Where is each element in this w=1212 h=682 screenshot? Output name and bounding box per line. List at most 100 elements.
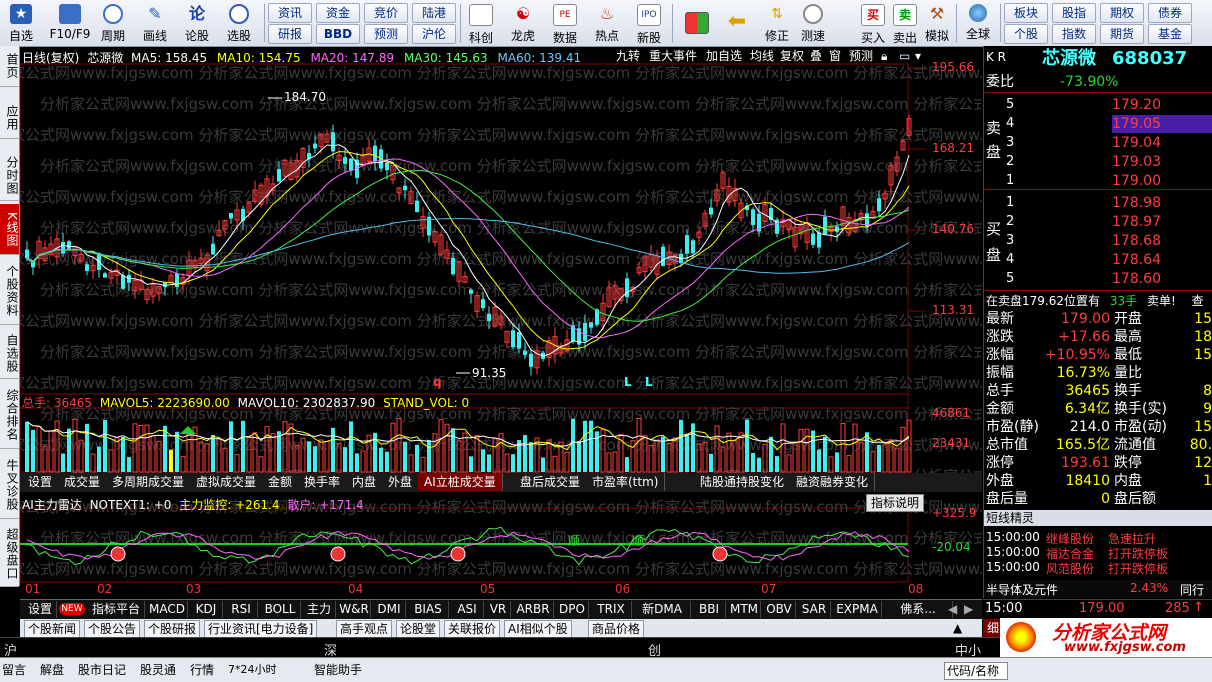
indicator-tab[interactable]: EXPMA xyxy=(833,601,882,618)
status-item[interactable]: 7*24小时 xyxy=(228,662,277,678)
watchlist-button[interactable]: ★ 自选 xyxy=(4,2,38,44)
indicator-tab[interactable]: ARBR xyxy=(513,601,554,618)
dragon-tiger-button[interactable]: ☯ 龙虎 xyxy=(506,2,540,44)
buy-button[interactable]: 买 买入 xyxy=(858,2,888,45)
news-tab[interactable]: 商品价格 xyxy=(588,620,645,638)
stocks-button[interactable]: 个股 xyxy=(1004,24,1048,44)
volume-tab[interactable]: 市盈率(ttm) xyxy=(586,473,666,491)
indicator-tab[interactable]: VR xyxy=(486,601,511,618)
data-button[interactable]: PE 数据 xyxy=(548,2,582,45)
f10-button[interactable]: F10/F9 xyxy=(46,2,94,44)
volume-tab[interactable]: 融资融券变化 xyxy=(790,473,876,491)
kline-chart-svg[interactable]: 分析家公式网www.fxjgsw.com 分析家公式网www.fxjgsw.co… xyxy=(20,46,982,598)
indicator-tab[interactable]: DMI xyxy=(373,601,406,618)
sh-london-button[interactable]: 沪伦 xyxy=(412,24,456,44)
nav-home[interactable]: 首页 xyxy=(0,46,19,87)
sector-button[interactable]: 板块 xyxy=(1004,3,1048,23)
scroll-right-icon[interactable]: ▶ xyxy=(964,601,973,618)
menu-major-events[interactable]: 重大事件 xyxy=(646,48,700,64)
indicator-tab[interactable]: 设置 xyxy=(24,601,57,618)
speed-test-button[interactable]: 测速 xyxy=(796,2,830,44)
menu-overlay[interactable]: 叠 xyxy=(807,48,825,64)
back-button[interactable]: ⬅ xyxy=(720,2,754,44)
news-tab[interactable]: 个股新闻 xyxy=(24,620,81,638)
discuss-button[interactable]: 论 论股 xyxy=(180,2,214,44)
menu-ma[interactable]: 均线 xyxy=(747,48,777,64)
nav-super-quote[interactable]: 超级盘口 xyxy=(0,522,19,587)
nav-stock-info[interactable]: 个股资料 xyxy=(0,258,19,325)
period-button[interactable]: 周期 xyxy=(96,2,130,44)
indicator-tab[interactable]: MACD xyxy=(147,601,188,618)
indicator-tab[interactable]: SAR xyxy=(798,601,831,618)
code-search-input[interactable]: 代码/名称 xyxy=(944,662,1008,680)
indicator-tab[interactable]: ASI xyxy=(451,601,484,618)
indicator-tab[interactable]: BIAS xyxy=(408,601,449,618)
lock-icon[interactable]: 🔒︎ xyxy=(878,48,890,64)
news-tab[interactable]: 高手观点 xyxy=(336,620,393,638)
indicator-tab[interactable]: TRIX xyxy=(591,601,632,618)
restore-icon[interactable]: ▭ xyxy=(896,48,913,64)
simulate-button[interactable]: ⚒ 模拟 xyxy=(922,2,952,44)
indicator-tab[interactable]: 佛系... xyxy=(884,601,953,618)
sprite-row[interactable]: 15:00:00 继峰股份 急速拉升 xyxy=(984,530,1212,546)
stock-index-button[interactable]: 股指 xyxy=(1052,3,1096,23)
bbd-button[interactable]: BBD xyxy=(316,24,360,44)
status-item[interactable]: 解盘 xyxy=(40,662,64,678)
indicator-tab[interactable]: MTM xyxy=(728,601,761,618)
indicator-tab[interactable]: 指标平台 xyxy=(88,601,145,618)
collapse-icon[interactable]: ▲ xyxy=(950,620,965,636)
bonds-button[interactable]: 债券 xyxy=(1148,3,1192,23)
news-tab[interactable]: 论股堂 xyxy=(396,620,441,638)
status-item[interactable]: 股灵通 xyxy=(140,662,176,678)
indicator-tab[interactable]: OBV xyxy=(763,601,796,618)
news-tab[interactable]: 行业资讯[电力设备] xyxy=(204,620,318,638)
ipo-button[interactable]: IPO 新股 xyxy=(632,2,666,45)
volume-tab[interactable]: 外盘 xyxy=(382,473,420,491)
indicator-tab[interactable]: NEW xyxy=(59,603,85,615)
indicator-help-button[interactable]: 指标说明 xyxy=(866,494,925,512)
menu-window[interactable]: 窗 xyxy=(826,48,844,64)
indicator-tab[interactable]: KDJ xyxy=(190,601,223,618)
volume-tab[interactable]: 陆股通持股变化 xyxy=(694,473,792,491)
indicator-tab[interactable]: 主力 xyxy=(303,601,336,618)
menu-add-watch[interactable]: 加自选 xyxy=(703,48,745,64)
volume-tab[interactable]: 虚拟成交量 xyxy=(190,473,264,491)
sell-button[interactable]: 卖 卖出 xyxy=(890,2,920,45)
draw-line-button[interactable]: ✎ 画线 xyxy=(138,2,172,44)
nav-watchlist[interactable]: 自选股 xyxy=(0,328,19,379)
nav-apps[interactable]: 应用 xyxy=(0,98,19,139)
volume-tab[interactable]: 金额 xyxy=(262,473,300,491)
volume-tab[interactable]: AI立桩成交量 xyxy=(418,473,503,491)
news-tab[interactable]: 个股公告 xyxy=(84,620,141,638)
menu-forecast[interactable]: 预测 xyxy=(846,48,876,64)
volume-tab[interactable]: 盘后成交量 xyxy=(514,473,588,491)
volume-tab[interactable]: 换手率 xyxy=(298,473,348,491)
indicator-tab[interactable]: 新DMA xyxy=(634,601,691,618)
star-market-button[interactable]: 科创 xyxy=(464,2,498,45)
adjust-button[interactable]: ⇅ 修正 xyxy=(760,2,794,44)
funds-fund-button[interactable]: 基金 xyxy=(1148,24,1192,44)
status-item[interactable]: 智能助手 xyxy=(314,662,362,678)
status-item[interactable]: 行情 xyxy=(190,662,214,678)
options-button[interactable]: 期权 xyxy=(1100,3,1144,23)
menu-dropdown-icon[interactable]: ▾ xyxy=(912,48,924,64)
news-tab[interactable]: 关联报价 xyxy=(444,620,501,638)
status-item[interactable]: 股市日记 xyxy=(78,662,126,678)
indicator-tab[interactable]: DPO xyxy=(556,601,589,618)
indicator-tab[interactable]: BOLL xyxy=(260,601,301,618)
volume-tab[interactable]: 内盘 xyxy=(346,473,384,491)
funds-button[interactable]: 资金 xyxy=(316,3,360,23)
research-button[interactable]: 研报 xyxy=(268,24,312,44)
nav-timeshare[interactable]: 分时图 xyxy=(0,150,19,201)
status-item[interactable]: 留言 xyxy=(2,662,26,678)
menu-adjust[interactable]: 复权 xyxy=(777,48,807,64)
news-tab[interactable]: AI相似个股 xyxy=(504,620,572,638)
order-notice-more[interactable]: 查 xyxy=(1192,294,1204,308)
sprite-row[interactable]: 15:00:00 福达合金 打开跌停板 xyxy=(984,545,1212,561)
order-notice[interactable]: 在卖盘179.62位置有 33手 卖单! 查 xyxy=(986,292,1204,310)
volume-tab[interactable]: 多周期成交量 xyxy=(106,473,192,491)
kline-chart-area[interactable]: 分析家公式网www.fxjgsw.com 分析家公式网www.fxjgsw.co… xyxy=(20,46,982,598)
scroll-left-icon[interactable]: ◀ xyxy=(948,601,957,618)
nav-ranking[interactable]: 综合排名 xyxy=(0,382,19,449)
sprite-row[interactable]: 15:00:00 风范股份 打开跌停板 xyxy=(984,560,1212,576)
